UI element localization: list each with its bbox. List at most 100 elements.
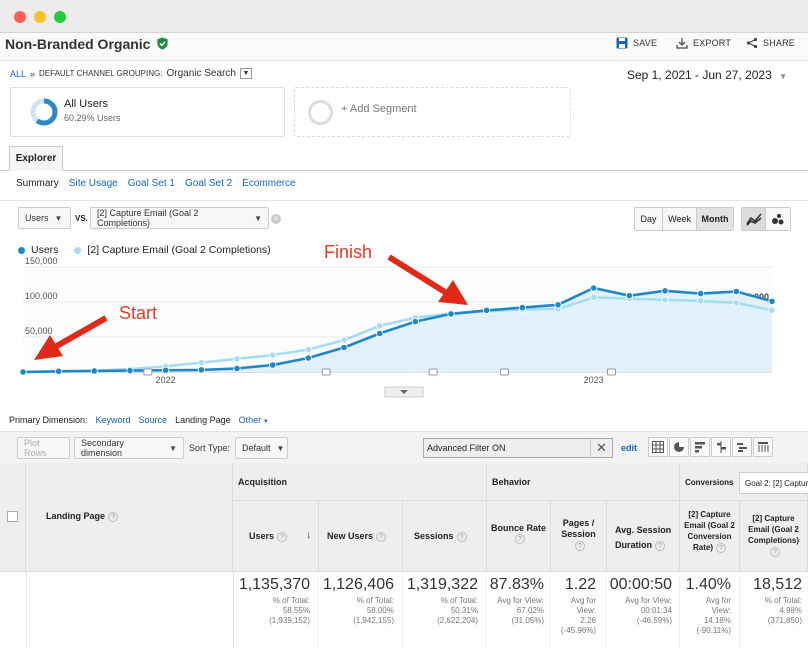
granularity-week-button[interactable]: Week xyxy=(663,208,697,230)
conversions-group-header: Conversions Goal 2: [2] Capture xyxy=(680,463,808,501)
select-all-checkbox[interactable] xyxy=(7,511,18,522)
help-icon[interactable]: ? xyxy=(108,512,119,522)
bounce-rate-header-label: Bounce Rate xyxy=(490,523,546,533)
avg-duration-caption: Avg for View: xyxy=(625,596,672,605)
bar-view-icon[interactable] xyxy=(690,437,710,457)
granularity-day-button[interactable]: Day xyxy=(635,208,663,230)
landing-page-header[interactable]: Landing Page? xyxy=(26,463,233,571)
secondary-dimension-label: Secondary dimension xyxy=(81,438,125,458)
users-point xyxy=(554,301,562,309)
users-column-header[interactable]: Users? ↓ xyxy=(233,501,319,571)
line-chart-icon[interactable] xyxy=(742,208,766,230)
users-point xyxy=(768,297,776,305)
total-users-percent: 58.55% xyxy=(282,606,310,615)
term-cloud-view-icon[interactable] xyxy=(732,437,752,457)
total-avg-duration-cell: 00:00:50 Avg for View: 00:01:34 (-46.59%… xyxy=(607,576,680,648)
share-icon xyxy=(746,37,758,49)
segment-all-users[interactable]: All Users 60.29% Users xyxy=(10,87,285,137)
users-point xyxy=(376,329,384,338)
sort-descending-icon[interactable]: ↓ xyxy=(306,529,312,541)
save-button[interactable]: SAVE xyxy=(616,37,657,49)
report-title-text: Non-Branded Organic xyxy=(5,36,151,52)
goal-completions-point xyxy=(661,296,669,304)
advanced-filter-field[interactable]: Advanced Filter ON ✕ xyxy=(423,438,613,458)
close-window-button[interactable] xyxy=(14,11,26,23)
zoom-window-button[interactable] xyxy=(54,11,66,23)
motion-chart-icon[interactable] xyxy=(766,208,790,230)
pages-session-column-header[interactable]: Pages / Session? xyxy=(551,501,607,571)
help-icon[interactable]: ? xyxy=(770,547,780,557)
sessions-column-header[interactable]: Sessions? xyxy=(403,501,487,571)
pages-session-view-avg: 2.26 xyxy=(580,616,596,625)
help-icon[interactable]: ? xyxy=(376,532,387,542)
left-axis-tick-label: 50,000 xyxy=(25,326,53,336)
table-view-icon[interactable] xyxy=(648,437,668,457)
edit-filter-link[interactable]: edit xyxy=(621,443,637,453)
clear-filter-icon[interactable]: ✕ xyxy=(590,439,612,457)
minimize-window-button[interactable] xyxy=(34,11,46,23)
bounce-rate-column-header[interactable]: Bounce Rate? xyxy=(487,501,551,571)
annotation-marker-icon xyxy=(500,368,509,376)
pie-view-icon[interactable] xyxy=(669,437,689,457)
remove-metric-icon[interactable]: × xyxy=(271,214,281,224)
avg-duration-header-content: Avg. Session Duration? xyxy=(615,523,679,553)
users-point xyxy=(269,361,277,369)
new-users-header-content: New Users? xyxy=(327,531,387,542)
total-sessions-percent: 50.31% xyxy=(450,606,478,615)
help-icon[interactable]: ? xyxy=(515,534,525,544)
help-icon[interactable]: ? xyxy=(277,532,288,542)
landing-page-header-content: Landing Page? xyxy=(46,511,119,522)
sessions-header-label: Sessions xyxy=(414,531,454,541)
plot-rows-button[interactable]: Plot Rows xyxy=(17,437,70,459)
acquisition-label: Acquisition xyxy=(238,477,287,487)
metric-2-select[interactable]: [2] Capture Email (Goal 2 Completions) ▼ xyxy=(90,207,269,229)
total-users-site-total: (1,939,152) xyxy=(269,616,310,625)
primary-dimension-label: Primary Dimension: xyxy=(9,415,88,425)
secondary-dimension-select[interactable]: Secondary dimension ▼ xyxy=(74,437,184,459)
tab-explorer[interactable]: Explorer xyxy=(9,146,63,171)
breadcrumb-dropdown-icon[interactable]: ▼ xyxy=(239,68,252,79)
metric-1-value: Users xyxy=(25,213,49,223)
date-range-text: Sep 1, 2021 - Jun 27, 2023 xyxy=(627,68,772,82)
goal-completions-column-header[interactable]: [2] Capture Email (Goal 2 Completions)? xyxy=(740,501,808,571)
users-point xyxy=(697,289,705,298)
total-users-caption: % of Total: xyxy=(272,596,310,605)
dimension-other-dropdown[interactable]: Other ▼ xyxy=(239,415,269,425)
segment-name: All Users xyxy=(64,98,109,110)
share-button[interactable]: SHARE xyxy=(746,37,795,49)
users-point xyxy=(340,343,348,352)
dimension-source-link[interactable]: Source xyxy=(139,415,168,425)
new-users-column-header[interactable]: New Users? xyxy=(319,501,403,571)
users-point xyxy=(162,366,170,374)
export-button[interactable]: EXPORT xyxy=(676,37,731,49)
users-point xyxy=(55,367,63,375)
comparison-view-icon[interactable] xyxy=(711,437,731,457)
subnav-site-usage[interactable]: Site Usage xyxy=(69,178,118,189)
subnav-goal-set-1[interactable]: Goal Set 1 xyxy=(128,178,175,189)
subnav-goal-set-2[interactable]: Goal Set 2 xyxy=(185,178,232,189)
goal-conversion-rate-column-header[interactable]: [2] Capture Email (Goal 2 Conversion Rat… xyxy=(680,501,740,571)
subnav-summary[interactable]: Summary xyxy=(16,178,59,189)
total-avg-duration-value: 00:00:50 xyxy=(609,576,672,593)
goal-conversion-rate-header-label: [2] Capture Email (Goal 2 Conversion Rat… xyxy=(684,510,735,552)
pivot-view-icon[interactable] xyxy=(753,437,773,457)
goal-select-dropdown[interactable]: Goal 2: [2] Capture xyxy=(739,472,808,494)
date-range-picker[interactable]: Sep 1, 2021 - Jun 27, 2023 ▼ xyxy=(627,68,787,82)
subnav-ecommerce[interactable]: Ecommerce xyxy=(242,178,295,189)
metric-1-select[interactable]: Users ▼ xyxy=(18,207,71,229)
breadcrumb-all-link[interactable]: ALL xyxy=(10,69,26,79)
add-segment-label: + Add Segment xyxy=(341,103,417,115)
dimension-keyword-link[interactable]: Keyword xyxy=(96,415,131,425)
caret-down-icon: ▼ xyxy=(169,443,177,453)
granularity-month-button[interactable]: Month xyxy=(697,208,733,230)
sort-type-select[interactable]: Default ▼ xyxy=(235,437,288,459)
avg-session-duration-column-header[interactable]: Avg. Session Duration? xyxy=(607,501,680,571)
help-icon[interactable]: ? xyxy=(575,541,585,551)
pages-session-caption-2: View: xyxy=(576,606,596,615)
add-segment-box[interactable]: + Add Segment xyxy=(294,87,571,137)
help-icon[interactable]: ? xyxy=(716,543,726,553)
help-icon[interactable]: ? xyxy=(655,541,665,551)
landing-page-header-label: Landing Page xyxy=(46,511,106,521)
help-icon[interactable]: ? xyxy=(456,532,467,542)
total-bounce-rate-value: 87.83% xyxy=(489,576,544,593)
